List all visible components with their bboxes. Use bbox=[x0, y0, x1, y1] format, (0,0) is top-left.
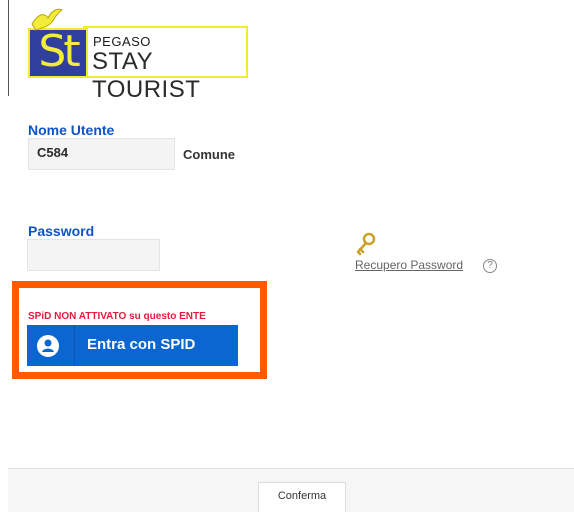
pegasus-icon bbox=[31, 8, 64, 31]
spid-login-button[interactable]: Entra con SPID bbox=[27, 325, 238, 366]
password-field[interactable] bbox=[27, 239, 160, 271]
confirm-button[interactable]: Conferma bbox=[258, 482, 346, 512]
user-icon bbox=[37, 335, 59, 357]
form-footer: Conferma bbox=[8, 468, 574, 512]
recover-password-link[interactable]: Recupero Password bbox=[355, 258, 463, 272]
spid-warning-text: SPiD NON ATTIVATO su questo ENTE bbox=[28, 311, 206, 322]
comune-label: Comune bbox=[183, 147, 235, 162]
spid-button-label: Entra con SPID bbox=[87, 336, 196, 353]
password-label: Password bbox=[28, 223, 95, 239]
key-icon bbox=[356, 232, 376, 256]
logo-line-stay-tourist: STAY TOURIST bbox=[92, 48, 201, 103]
username-label: Nome Utente bbox=[28, 122, 115, 138]
page-left-border bbox=[8, 0, 9, 96]
help-icon[interactable]: ? bbox=[483, 259, 497, 273]
app-logo: St PEGASO STAY TOURIST bbox=[28, 8, 248, 103]
username-field[interactable]: C584 bbox=[28, 138, 175, 170]
logo-mark: St bbox=[28, 28, 88, 78]
logo-line-pegaso: PEGASO bbox=[93, 34, 151, 49]
spid-button-divider bbox=[74, 325, 75, 366]
